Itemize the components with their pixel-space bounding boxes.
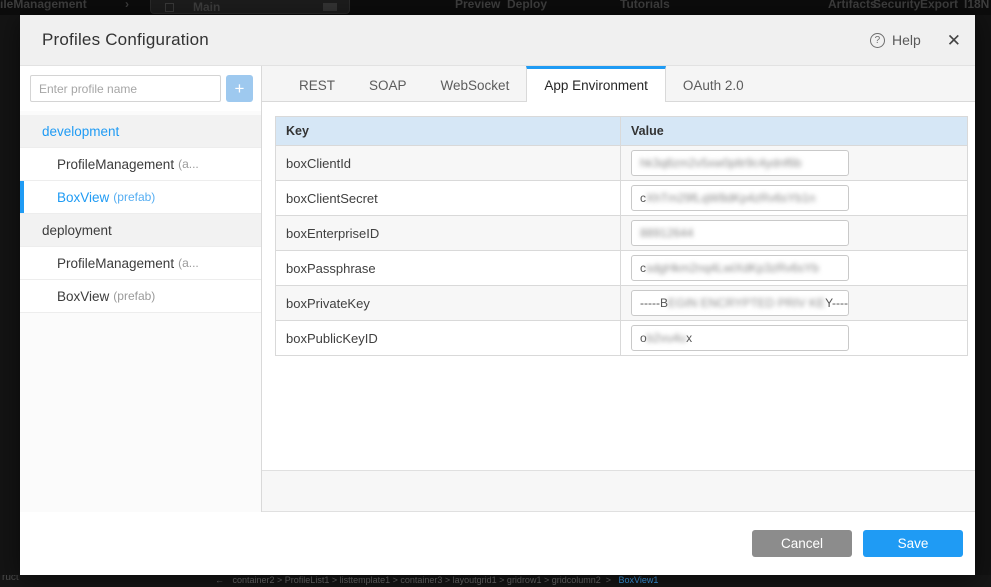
help-label: Help (892, 32, 921, 48)
key-cell: boxPrivateKey (276, 286, 621, 321)
sidebar-item-profilemanagement-deploy[interactable]: ProfileManagement (a... (20, 247, 261, 280)
redacted-value: EGIN ENCRYPTED PRIV KE (668, 296, 825, 310)
tab-app-environment[interactable]: App Environment (526, 66, 666, 102)
chevron-icon: › (125, 0, 129, 11)
help-button[interactable]: ? Help (870, 32, 921, 48)
tab-oauth[interactable]: OAuth 2.0 (666, 66, 761, 101)
page-icon (165, 3, 174, 12)
breadcrumb[interactable]: ← container2 > ProfileList1 > listtempla… (215, 575, 658, 585)
value-input-boxenterpriseid[interactable]: 88912644 (631, 220, 849, 246)
sidebar-item-profilemanagement-dev[interactable]: ProfileManagement (a... (20, 148, 261, 181)
back-arrow-icon[interactable]: ← (215, 575, 224, 585)
protocol-tabbar: REST SOAP WebSocket App Environment OAut… (262, 66, 975, 102)
table-row: boxPrivateKey -----BEGIN ENCRYPTED PRIV … (276, 286, 968, 321)
redacted-value: hk3q8zm2v5xw0pltr9c4ydnf6b (640, 156, 801, 170)
table-row: boxPublicKeyID ob2vu4ux (276, 321, 968, 356)
value-input-boxclientsecret[interactable]: cXhTm29fLqW8dKp4zRv6sYb1n (631, 185, 849, 211)
dialog-title: Profiles Configuration (42, 30, 209, 50)
menu-security[interactable]: Security (873, 0, 920, 11)
cancel-button[interactable]: Cancel (752, 530, 852, 557)
redacted-value: sdgHkm2nq4LwiXdKp3zRv6sYb (646, 261, 819, 275)
breadcrumb-path[interactable]: container2 > ProfileList1 > listtemplate… (233, 575, 601, 585)
tab-soap[interactable]: SOAP (352, 66, 424, 101)
background-topbar: ileManagement › Main Preview Deploy Tuto… (0, 0, 991, 15)
background-text-fragment: ruct (2, 575, 19, 583)
background-right-panel (975, 15, 991, 587)
menu-i18n[interactable]: I18N (964, 0, 989, 11)
value-input-boxpassphrase[interactable]: csdgHkm2nq4LwiXdKp3zRv6sYb (631, 255, 849, 281)
table-header-row: Key Value (276, 117, 968, 146)
background-left-panel (0, 15, 20, 587)
sidebar-item-development[interactable]: development (20, 115, 261, 148)
table-row: boxClientSecret cXhTm29fLqW8dKp4zRv6sYb1… (276, 181, 968, 216)
panel-bottom-strip (262, 470, 975, 512)
dialog-header: Profiles Configuration ? Help ✕ (20, 15, 975, 65)
main-page-tab[interactable]: Main (150, 0, 350, 14)
redacted-value: XhTm29fLqW8dKp4zRv6sYb1n (646, 191, 815, 205)
main-tab-label: Main (193, 0, 220, 14)
profile-search-row: + (20, 66, 261, 111)
table-row: boxEnterpriseID 88912644 (276, 216, 968, 251)
help-icon: ? (870, 33, 885, 48)
menu-preview[interactable]: Preview (455, 0, 500, 11)
layout-icon (323, 3, 337, 11)
sidebar-item-deployment[interactable]: deployment (20, 214, 261, 247)
add-profile-button[interactable]: + (226, 75, 253, 102)
tab-rest[interactable]: REST (282, 66, 352, 101)
key-cell: boxPublicKeyID (276, 321, 621, 356)
table-row: boxClientId hk3q8zm2v5xw0pltr9c4ydnf6b (276, 146, 968, 181)
close-icon[interactable]: ✕ (947, 32, 961, 49)
menu-deploy[interactable]: Deploy (507, 0, 547, 11)
value-column-header: Value (621, 117, 968, 146)
profile-list: development ProfileManagement (a... BoxV… (20, 115, 261, 313)
key-column-header: Key (276, 117, 621, 146)
app-name-fragment: ileManagement (0, 0, 87, 11)
tab-websocket[interactable]: WebSocket (424, 66, 527, 101)
key-cell: boxPassphrase (276, 251, 621, 286)
sidebar-item-boxview-dev[interactable]: BoxView (prefab) (20, 181, 261, 214)
profiles-configuration-dialog: Profiles Configuration ? Help ✕ + develo… (20, 15, 975, 575)
profile-detail-panel: REST SOAP WebSocket App Environment OAut… (262, 66, 975, 512)
app-environment-content: Key Value boxClientId hk3q8zm2v5xw0pltr9… (262, 102, 975, 470)
key-cell: boxClientId (276, 146, 621, 181)
key-cell: boxEnterpriseID (276, 216, 621, 251)
profile-name-input[interactable] (30, 75, 221, 102)
key-value-table: Key Value boxClientId hk3q8zm2v5xw0pltr9… (275, 116, 968, 356)
save-button[interactable]: Save (863, 530, 963, 557)
redacted-value: b2vu4u (647, 331, 686, 345)
redacted-value: 88912644 (640, 226, 693, 240)
breadcrumb-current[interactable]: BoxView1 (619, 575, 659, 585)
value-input-boxclientid[interactable]: hk3q8zm2v5xw0pltr9c4ydnf6b (631, 150, 849, 176)
dialog-footer: Cancel Save (20, 512, 975, 575)
value-input-boxpublickeyid[interactable]: ob2vu4ux (631, 325, 849, 351)
table-row: boxPassphrase csdgHkm2nq4LwiXdKp3zRv6sYb (276, 251, 968, 286)
menu-export[interactable]: Export (920, 0, 958, 11)
menu-tutorials[interactable]: Tutorials (620, 0, 670, 11)
key-cell: boxClientSecret (276, 181, 621, 216)
background-statusbar: ruct ← container2 > ProfileList1 > listt… (0, 575, 991, 587)
menu-artifacts[interactable]: Artifacts (828, 0, 877, 11)
profiles-sidebar: + development ProfileManagement (a... Bo… (20, 66, 262, 512)
value-input-boxprivatekey[interactable]: -----BEGIN ENCRYPTED PRIV KEY-----\ (631, 290, 849, 316)
sidebar-item-boxview-deploy[interactable]: BoxView (prefab) (20, 280, 261, 313)
